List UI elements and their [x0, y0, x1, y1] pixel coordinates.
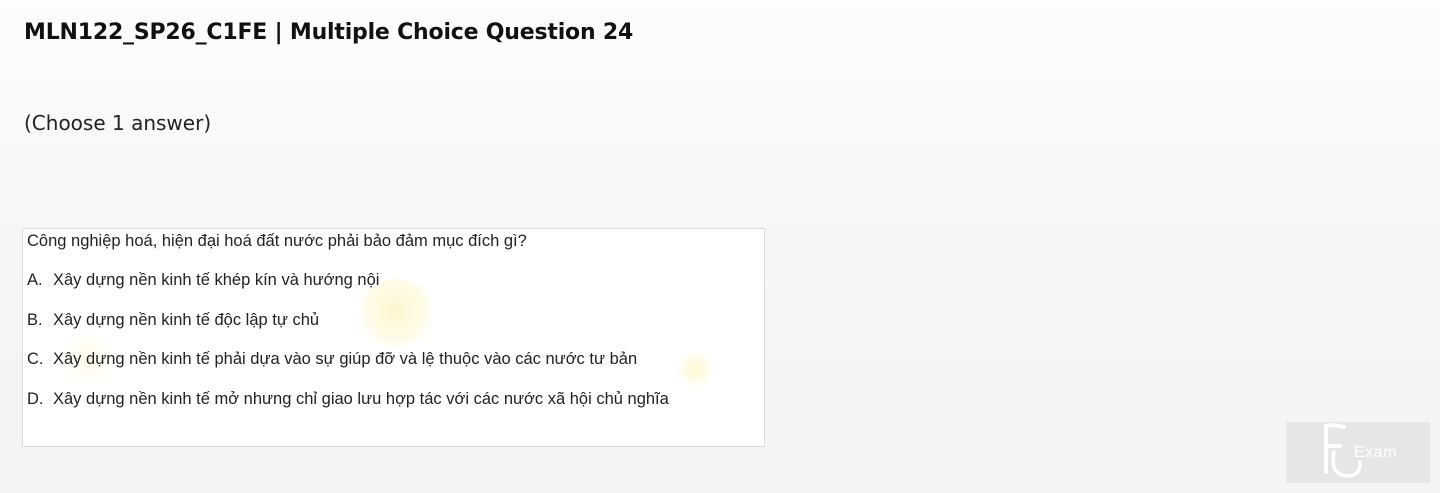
answer-option-a: A. Xây dựng nền kinh tế khép kín và hướng…	[27, 271, 379, 290]
answer-text: Xây dựng nền kinh tế phải dựa vào sự giú…	[53, 350, 638, 368]
answer-option-d: D. Xây dựng nền kinh tế mở nhưng chỉ giao…	[27, 390, 669, 409]
answer-letter: D.	[27, 390, 44, 408]
fu-exam-logo: Exam	[1286, 422, 1430, 483]
watermark-blob	[675, 349, 715, 389]
answer-text: Xây dựng nền kinh tế mở nhưng chỉ giao l…	[53, 390, 669, 408]
question-text: Công nghiệp hoá, hiện đại hoá đất nước p…	[27, 232, 527, 250]
answer-option-c: C. Xây dựng nền kinh tế phải dựa vào sự g…	[27, 350, 637, 369]
answer-text: Xây dựng nền kinh tế khép kín và hướng n…	[53, 271, 380, 289]
answer-text: Xây dựng nền kinh tế độc lập tự chủ	[53, 311, 320, 329]
answer-option-b: B. Xây dựng nền kinh tế độc lập tự chủ	[27, 311, 319, 330]
answer-letter: C.	[27, 350, 44, 368]
answer-instruction: (Choose 1 answer)	[24, 111, 212, 135]
page-title: MLN122_SP26_C1FE | Multiple Choice Quest…	[24, 20, 634, 45]
answer-letter: B.	[27, 311, 43, 329]
question-card: Công nghiệp hoá, hiện đại hoá đất nước p…	[22, 228, 765, 447]
logo-text: Exam	[1354, 444, 1397, 461]
answer-letter: A.	[27, 271, 43, 289]
